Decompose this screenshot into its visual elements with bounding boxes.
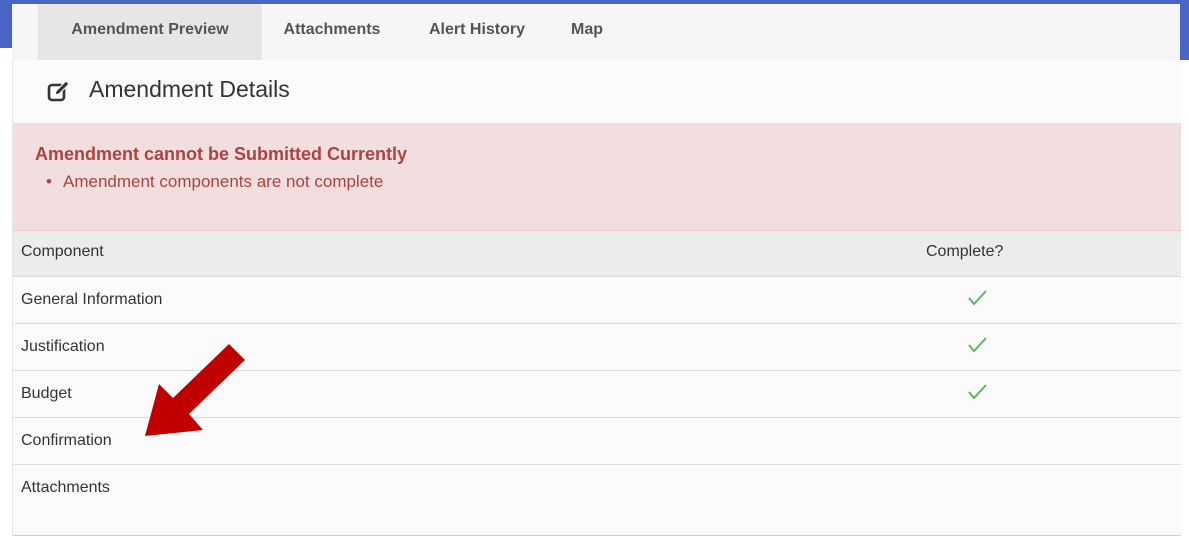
- section-heading: Amendment Details: [13, 60, 1181, 124]
- bullet-icon: •: [46, 172, 52, 191]
- checkmark-icon: [968, 337, 987, 353]
- tab-bar: Amendment Preview Attachments Alert Hist…: [12, 4, 1180, 61]
- tab-attachments[interactable]: Attachments: [262, 4, 402, 60]
- table-row: General Information: [13, 277, 1181, 324]
- screenshot-frame-left: [0, 0, 12, 48]
- tab-map[interactable]: Map: [552, 4, 622, 60]
- screenshot-frame-right: [1180, 0, 1189, 60]
- component-name: Attachments: [21, 479, 110, 496]
- tab-amendment-preview[interactable]: Amendment Preview: [38, 4, 262, 60]
- column-header-component: Component: [21, 243, 104, 260]
- section-title: Amendment Details: [89, 76, 290, 102]
- alert-list-item: • Amendment components are not complete: [35, 172, 383, 192]
- component-name: Justification: [21, 338, 105, 355]
- alert-title: Amendment cannot be Submitted Currently: [35, 144, 408, 164]
- edit-icon: [47, 80, 70, 102]
- component-name: Budget: [21, 385, 72, 402]
- component-name: Confirmation: [21, 432, 112, 449]
- column-header-complete: Complete?: [926, 243, 1004, 260]
- annotation-arrow-icon: [145, 344, 245, 436]
- checkmark-icon: [968, 290, 987, 306]
- table-header: Component Complete?: [13, 231, 1181, 277]
- table-row: Attachments: [13, 465, 1181, 536]
- alert-item-text: Amendment components are not complete: [63, 172, 384, 191]
- component-name: General Information: [21, 291, 163, 308]
- submission-alert: Amendment cannot be Submitted Currently …: [13, 124, 1181, 231]
- amendment-details-panel: Amendment Details Amendment cannot be Su…: [12, 60, 1181, 536]
- tab-alert-history[interactable]: Alert History: [402, 4, 552, 60]
- checkmark-icon: [968, 384, 987, 400]
